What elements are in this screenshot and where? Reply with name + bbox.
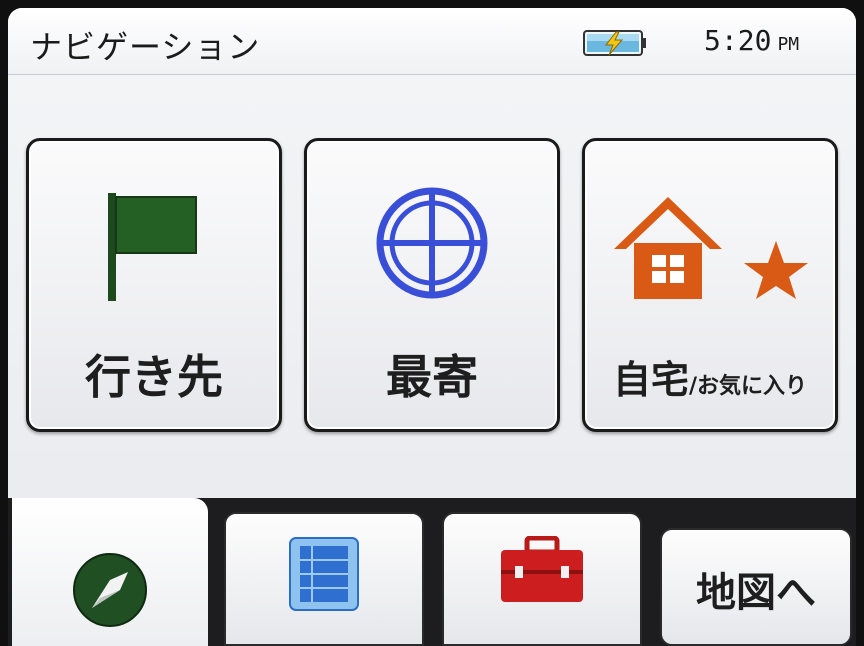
tab-list[interactable] (224, 512, 424, 646)
nearby-button[interactable]: 最寄 (304, 138, 560, 432)
go-to-map-button[interactable]: 地図へ (660, 528, 852, 646)
clock: 5:20 PM (704, 24, 799, 57)
crosshair-icon (376, 187, 488, 299)
house-star-icon (614, 197, 808, 299)
clock-time: 5:20 (704, 24, 772, 57)
home-favorites-button[interactable]: 自宅/お気に入り (582, 138, 838, 432)
flag-icon (108, 193, 197, 301)
navigation-screen: ナビゲーション 5:20 PM 行き先 最寄 自宅/お気に入り 地図へ (8, 8, 856, 646)
title-bar: ナビゲーション 5:20 PM (8, 8, 856, 75)
nearby-label: 最寄 (386, 350, 478, 404)
home-favorites-label: 自宅/お気に入り (585, 349, 835, 404)
compass-icon (73, 553, 147, 627)
favorites-label: /お気に入り (688, 374, 808, 399)
tab-tools[interactable] (442, 512, 642, 646)
clock-ampm: PM (777, 34, 800, 55)
bottom-tab-bar: 地図へ (8, 498, 856, 646)
home-label: 自宅 (612, 358, 689, 402)
go-to-map-label: 地図へ (696, 570, 816, 616)
tab-navigation[interactable] (12, 498, 208, 646)
list-icon (289, 537, 359, 611)
page-title: ナビゲーション (30, 28, 261, 66)
battery-charging-icon (583, 30, 646, 56)
toolbox-icon (501, 536, 583, 602)
destination-label: 行き先 (85, 350, 223, 404)
destination-button[interactable]: 行き先 (26, 138, 282, 432)
